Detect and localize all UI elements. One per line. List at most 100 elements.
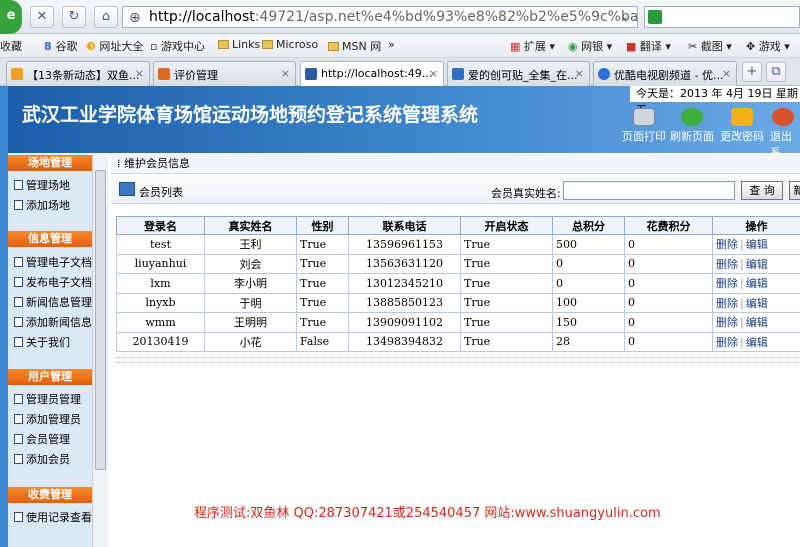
gender-cell: True xyxy=(296,234,349,255)
delete-link[interactable]: 删除 xyxy=(716,316,738,329)
footer-credit: 程序测试:双鱼林 QQ:287307421或254540457 网站:www.s… xyxy=(194,506,661,521)
edit-link[interactable]: 编辑 xyxy=(746,238,768,251)
sidebar-item-add-news[interactable]: 添加新闻信息 xyxy=(14,314,92,330)
status-cell: True xyxy=(460,292,553,313)
scissors-icon: ✂ xyxy=(688,40,701,53)
app-header: 今天是：2013 年 4月 19日 星期五 武汉工业学院体育场馆运动场地预约登记… xyxy=(0,86,800,159)
folder-icon xyxy=(262,40,273,49)
shield-icon: ⊕ xyxy=(129,10,141,26)
restore-tab-button[interactable]: ⧉ xyxy=(766,62,786,82)
total-points-cell: 28 xyxy=(552,331,625,352)
sidebar-section-fees[interactable]: 收费管理 xyxy=(8,487,92,503)
sidebar-section-info[interactable]: 信息管理 xyxy=(8,231,92,247)
browser-tab[interactable]: 优酷电视剧频道 - 优... × xyxy=(593,61,737,86)
screenshot-menu[interactable]: ✂ 截图 ▾ xyxy=(688,38,732,54)
translate-menu[interactable]: ■ 翻译 ▾ xyxy=(626,38,671,54)
sidebar-item-add-site[interactable]: 添加场地 xyxy=(14,197,70,213)
delete-link[interactable]: 删除 xyxy=(716,297,738,310)
edit-link[interactable]: 编辑 xyxy=(746,277,768,290)
games-menu[interactable]: ✥ 游戏 ▾ xyxy=(746,38,790,54)
bookmark-item[interactable]: 收藏 xyxy=(0,38,22,54)
edit-link[interactable]: 编辑 xyxy=(746,258,768,271)
new-tab-button[interactable]: + xyxy=(742,62,762,82)
close-icon[interactable]: × xyxy=(281,67,290,80)
change-password-button[interactable]: 更改密码 xyxy=(720,108,764,144)
login-name-cell: wmm xyxy=(116,312,205,333)
scrollbar-thumb[interactable] xyxy=(95,170,106,470)
address-input[interactable]: ⊕ http://localhost:49721/asp.net%e4%bd%93… xyxy=(122,6,638,28)
bookmark-item[interactable]: ❸ 网址大全 xyxy=(86,38,143,54)
table-header-row: 登录名 真实姓名 性别 联系电话 开启状态 总积分 花费积分 操作 xyxy=(116,216,800,235)
table-row: test 王利 True 13596961153 True 500 0 删除 | 编… xyxy=(116,234,800,255)
search-engine-icon xyxy=(648,10,662,24)
close-icon[interactable]: × xyxy=(722,67,731,80)
close-icon[interactable]: × xyxy=(429,67,438,80)
sidebar-item-add-admin[interactable]: 添加管理员 xyxy=(14,411,81,427)
browser-tab[interactable]: 评价管理 × xyxy=(153,61,296,86)
banking-menu[interactable]: ◉ 网银 ▾ xyxy=(568,38,612,54)
search-input[interactable] xyxy=(644,6,800,28)
sidebar-item-usage-records[interactable]: 使用记录查看 xyxy=(14,509,92,525)
back-button[interactable]: ✕ xyxy=(30,6,54,28)
document-icon xyxy=(14,180,23,190)
more-bookmarks[interactable]: » xyxy=(388,38,395,51)
phone-cell: 13012345210 xyxy=(348,273,461,294)
bookmark-item[interactable]: Links xyxy=(218,38,260,51)
real-name-cell: 刘会 xyxy=(204,253,297,274)
sidebar-item-member-manage[interactable]: 会员管理 xyxy=(14,431,70,447)
sidebar-item-publish-docs[interactable]: 发布电子文档 xyxy=(14,274,92,290)
actions-cell: 删除 | 编辑 xyxy=(712,253,800,274)
sidebar-item-manage-site[interactable]: 管理场地 xyxy=(14,177,70,193)
sidebar-item-add-member[interactable]: 添加会员 xyxy=(14,451,70,467)
edit-link[interactable]: 编辑 xyxy=(746,297,768,310)
real-name-cell: 王利 xyxy=(204,234,297,255)
phone-cell: 13596961153 xyxy=(348,234,461,255)
logout-button[interactable]: 退出系 xyxy=(770,108,800,160)
browser-tab[interactable]: 爱的创可贴_全集_在... × xyxy=(447,61,590,86)
sidebar-item-about[interactable]: 关于我们 xyxy=(14,334,70,350)
document-icon xyxy=(14,257,23,267)
edit-link[interactable]: 编辑 xyxy=(746,336,768,349)
delete-link[interactable]: 删除 xyxy=(716,258,738,271)
ie-logo-icon[interactable]: e xyxy=(0,0,22,34)
sidebar-section-users[interactable]: 用户管理 xyxy=(8,369,92,385)
refresh-button[interactable]: ↻ xyxy=(62,6,86,28)
browser-tab-active[interactable]: http://localhost:49... × xyxy=(300,61,444,87)
home-button[interactable]: ⌂ xyxy=(94,6,118,28)
login-name-cell: liuyanhui xyxy=(116,253,205,274)
new-member-button[interactable]: 新 xyxy=(789,181,800,200)
star-icon xyxy=(11,68,23,80)
site-icon xyxy=(452,68,464,80)
refresh-page-button[interactable]: 刷新页面 xyxy=(670,108,714,144)
delete-link[interactable]: 删除 xyxy=(716,277,738,290)
handle-icon: ⁞ xyxy=(117,157,124,170)
sidebar-section-site[interactable]: 场地管理 xyxy=(8,155,92,171)
bookmark-item[interactable]: 8 谷歌 xyxy=(44,38,77,54)
folder-icon xyxy=(328,42,339,51)
browser-tab[interactable]: 【13条新动态】双鱼... × xyxy=(6,61,150,86)
bookmark-item[interactable]: MSN 网 xyxy=(328,38,381,54)
sidebar-item-manage-docs[interactable]: 管理电子文档 xyxy=(14,254,92,270)
site-icon xyxy=(158,68,170,80)
dropdown-chevron-icon[interactable]: ⌄ xyxy=(620,10,629,23)
delete-link[interactable]: 删除 xyxy=(716,336,738,349)
google-icon: 8 xyxy=(44,40,56,53)
print-button[interactable]: 页面打印 xyxy=(622,108,666,144)
bookmark-item[interactable]: ▫ 游戏中心 xyxy=(150,38,205,54)
table-row: lxm 李小明 True 13012345210 True 0 0 删除 | 编辑 xyxy=(116,273,800,294)
gender-cell: True xyxy=(296,312,349,333)
gender-cell: True xyxy=(296,292,349,313)
translate-icon: ■ xyxy=(626,40,640,53)
close-icon[interactable]: × xyxy=(575,67,584,80)
extensions-menu[interactable]: ▦ 扩展 ▾ xyxy=(510,38,555,54)
bookmark-item[interactable]: Microso xyxy=(262,38,318,51)
edit-link[interactable]: 编辑 xyxy=(746,316,768,329)
sidebar-scrollbar[interactable] xyxy=(92,154,108,547)
sidebar-item-news-manage[interactable]: 新闻信息管理 xyxy=(14,294,92,310)
close-icon[interactable]: × xyxy=(135,67,144,80)
member-name-search-input[interactable] xyxy=(563,181,735,200)
sidebar-item-admin-manage[interactable]: 管理员管理 xyxy=(14,391,81,407)
list-icon xyxy=(119,182,135,196)
delete-link[interactable]: 删除 xyxy=(716,238,738,251)
search-button[interactable]: 查 询 xyxy=(741,181,783,200)
